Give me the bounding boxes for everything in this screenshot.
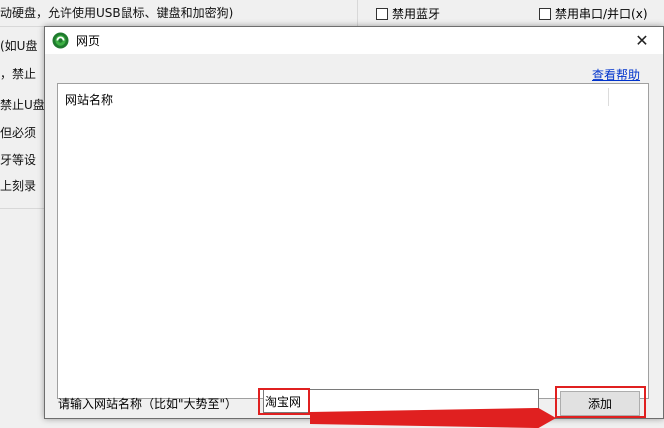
bg-divider [0, 208, 44, 209]
add-button[interactable]: 添加 [560, 391, 640, 416]
dialog-title: 网页 [76, 34, 101, 48]
bg-text-line: 牙等设 [0, 153, 37, 167]
close-icon: ✕ [635, 30, 649, 50]
checkbox-box[interactable] [539, 7, 551, 20]
checkbox-label: 禁用蓝牙 [392, 7, 441, 21]
bg-text-line: (如U盘 [0, 39, 38, 53]
website-name-label: 请输入网站名称（比如"大势至"） [58, 397, 238, 411]
bg-text-line: ，禁止 [0, 67, 37, 81]
website-dialog: 网页 ✕ 查看帮助 网站名称 请输入网站名称（比如"大势至"） 添加 [44, 26, 664, 428]
bg-divider [357, 0, 358, 26]
website-name-input[interactable] [263, 389, 539, 413]
bg-checkbox-disable-serial-port[interactable]: 禁用串口/并口(x) [539, 5, 648, 22]
help-link[interactable]: 查看帮助 [592, 66, 640, 83]
checkbox-label: 禁用串口/并口(x) [555, 7, 648, 21]
close-button[interactable]: ✕ [627, 28, 657, 52]
bg-text-line: 禁止U盘 [0, 98, 45, 112]
title-bar: 网页 ✕ [45, 27, 663, 54]
bg-text-line: 上刻录 [0, 179, 37, 193]
bg-text-line: 动硬盘，允许使用USB鼠标、键盘和加密狗) [0, 6, 234, 20]
column-header-website-name[interactable]: 网站名称 [65, 91, 113, 108]
bg-text-line: 但必须 [0, 126, 37, 140]
bg-checkbox-disable-bluetooth[interactable]: 禁用蓝牙 [376, 5, 440, 22]
column-separator[interactable] [608, 88, 609, 106]
website-list[interactable]: 网站名称 [57, 83, 649, 399]
checkbox-box[interactable] [376, 7, 388, 20]
bg-divider [0, 26, 44, 27]
green-globe-icon [52, 32, 69, 49]
